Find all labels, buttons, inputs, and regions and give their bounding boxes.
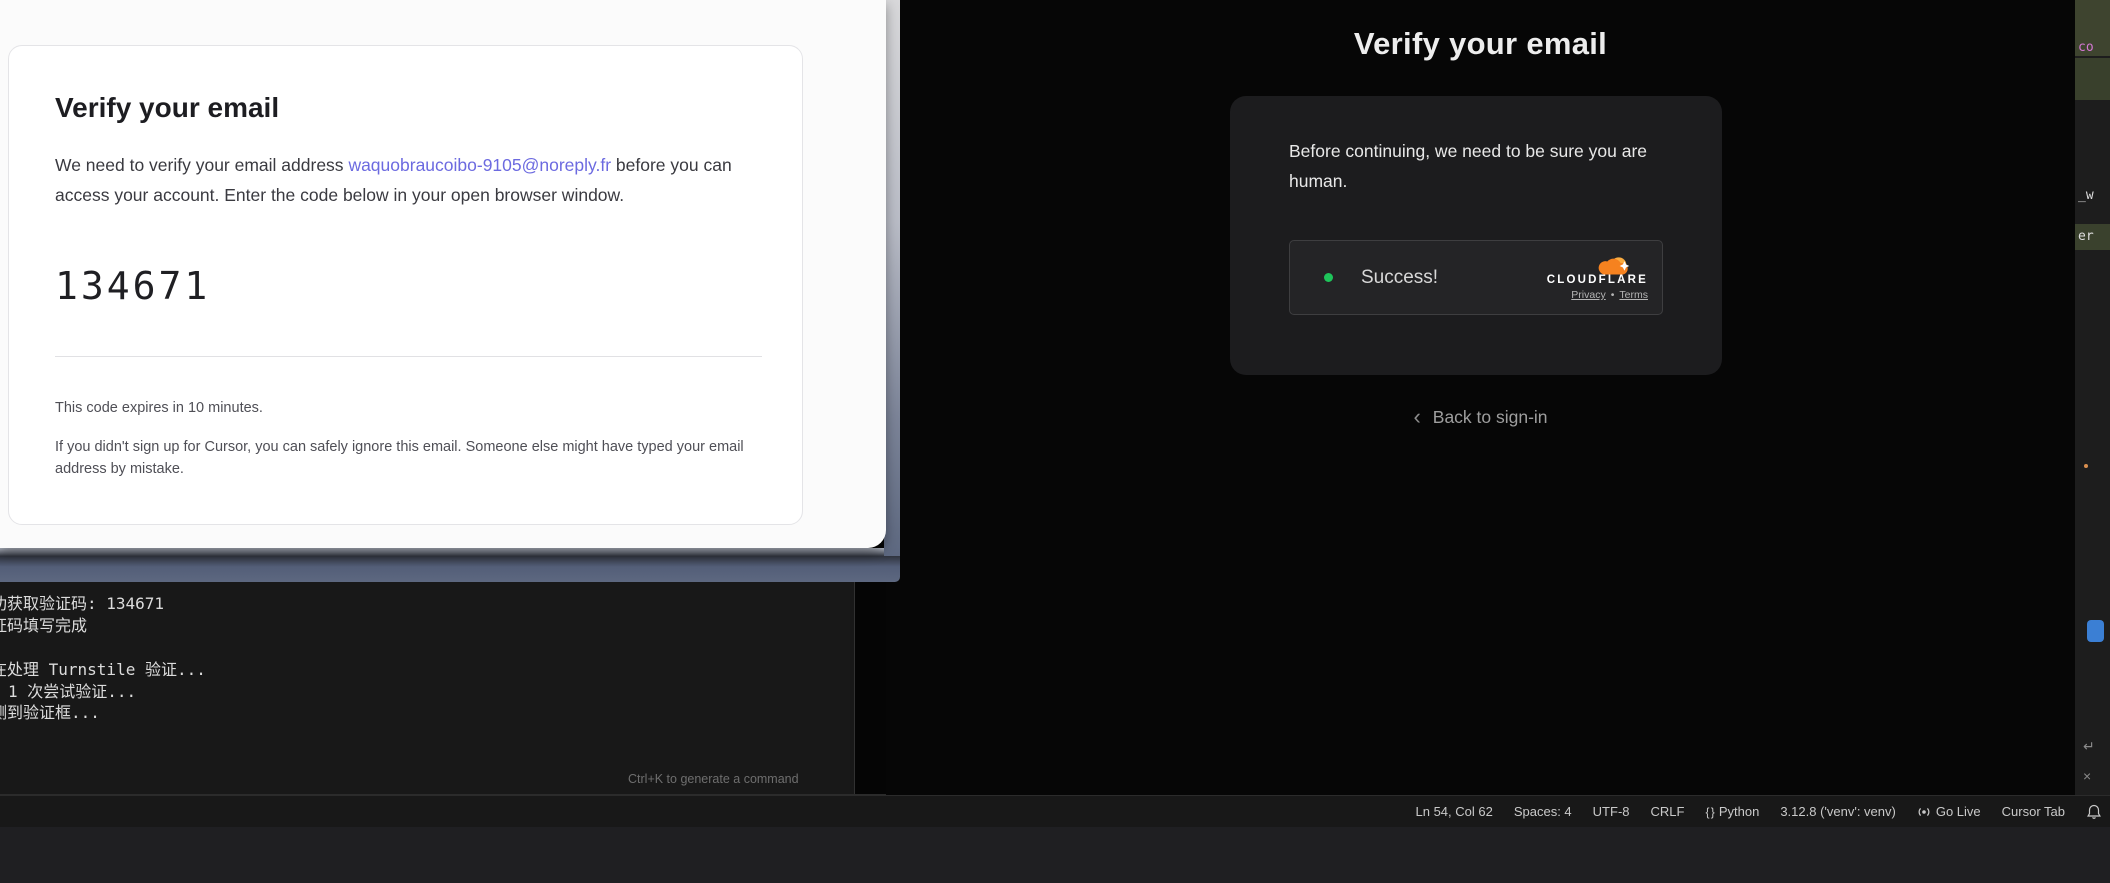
code-fragment: _w	[2078, 188, 2094, 203]
turnstile-widget: Success! CLOUDFLARE Privacy • Terms	[1289, 240, 1663, 315]
minimap-indicator[interactable]	[2087, 620, 2104, 642]
verify-page: Verify your email Before continuing, we …	[886, 0, 2075, 795]
window-right-edge	[884, 0, 900, 556]
email-address-link[interactable]: waquobraucoibo-9105@noreply.fr	[348, 155, 611, 175]
status-cursor-tab[interactable]: Cursor Tab	[2002, 804, 2065, 819]
email-disclaimer: If you didn't sign up for Cursor, you ca…	[55, 436, 755, 480]
code-selection-block	[2075, 58, 2110, 100]
terminal-line: 测到验证框...	[0, 699, 100, 723]
email-title: Verify your email	[55, 92, 279, 124]
window-bottom-bar	[0, 548, 900, 582]
braces-icon: { }	[1705, 805, 1713, 819]
code-fragment: er	[2078, 229, 2094, 244]
terminal-panel[interactable]: 功获取验证码: 134671 证码填写完成 在处理 Turnstile 验证..…	[0, 582, 855, 795]
cloudflare-cloud-icon	[1592, 254, 1634, 276]
code-fragment: co	[2078, 40, 2094, 55]
terminal-ctrlk-hint: Ctrl+K to generate a command	[628, 772, 799, 786]
email-preview-window: Verify your email We need to verify your…	[0, 0, 900, 582]
turnstile-status: Success!	[1361, 267, 1438, 289]
return-icon[interactable]: ↵	[2083, 738, 2095, 755]
notifications-bell-icon[interactable]	[2086, 804, 2102, 820]
status-bar: Ln 54, Col 62 Spaces: 4 UTF-8 CRLF { } P…	[0, 795, 2110, 827]
status-indentation[interactable]: Spaces: 4	[1514, 804, 1572, 819]
terminal-line: 证码填写完成	[0, 612, 87, 636]
close-icon[interactable]: ×	[2083, 768, 2091, 784]
back-to-signin-link[interactable]: ‹ Back to sign-in	[886, 406, 2075, 428]
terms-link[interactable]: Terms	[1619, 289, 1648, 301]
status-go-live-label: Go Live	[1936, 804, 1981, 819]
terminal-line: 在处理 Turnstile 验证...	[0, 656, 206, 680]
code-expiry-note: This code expires in 10 minutes.	[55, 400, 263, 416]
status-python-interpreter[interactable]: 3.12.8 ('venv': venv)	[1780, 804, 1896, 819]
verification-code: 134671	[55, 264, 210, 308]
status-eol[interactable]: CRLF	[1651, 804, 1685, 819]
status-encoding[interactable]: UTF-8	[1593, 804, 1630, 819]
status-language[interactable]: { } Python	[1705, 804, 1759, 819]
breakpoint-dot	[2084, 464, 2088, 468]
editor-edge-sliver: co _w er ↵ ×	[2075, 0, 2110, 795]
broadcast-icon	[1917, 805, 1931, 819]
email-body: We need to verify your email address waq…	[55, 150, 762, 210]
privacy-link[interactable]: Privacy	[1571, 289, 1605, 301]
status-language-label: Python	[1719, 804, 1759, 819]
chevron-left-icon: ‹	[1413, 406, 1420, 428]
verify-page-title: Verify your email	[886, 26, 2075, 62]
status-go-live[interactable]: Go Live	[1917, 804, 1981, 819]
email-panel: Verify your email We need to verify your…	[0, 0, 886, 548]
taskbar: S 1:43 PM 2/12/2025 z	[0, 827, 2110, 883]
cloudflare-wordmark: CLOUDFLARE	[1547, 274, 1648, 286]
cloudflare-branding: CLOUDFLARE Privacy • Terms	[1547, 254, 1648, 301]
back-to-signin-label: Back to sign-in	[1433, 407, 1548, 428]
terminal-line: 功获取验证码: 134671	[0, 590, 164, 614]
email-body-prefix: We need to verify your email address	[55, 155, 348, 175]
desktop: 功获取验证码: 134671 证码填写完成 在处理 Turnstile 验证..…	[0, 0, 2110, 883]
email-card: Verify your email We need to verify your…	[8, 45, 803, 525]
human-check-card: Before continuing, we need to be sure yo…	[1230, 96, 1722, 375]
success-dot-icon	[1324, 273, 1333, 282]
human-check-text: Before continuing, we need to be sure yo…	[1289, 136, 1679, 196]
links-separator: •	[1611, 289, 1615, 301]
status-cursor-position[interactable]: Ln 54, Col 62	[1416, 804, 1493, 819]
divider	[55, 356, 762, 357]
